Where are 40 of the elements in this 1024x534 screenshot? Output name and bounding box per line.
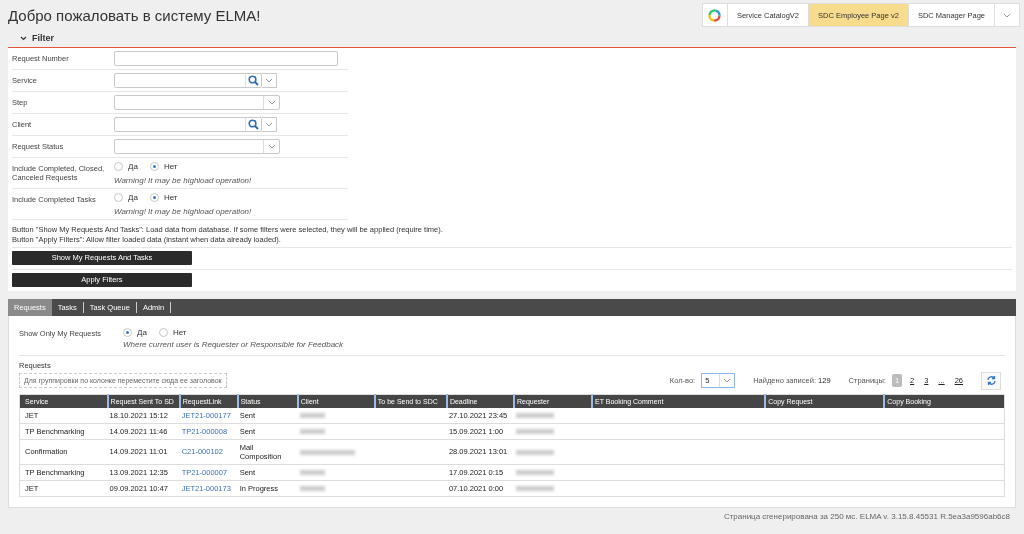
chevron-down-icon (265, 78, 273, 83)
radio-button[interactable] (149, 162, 159, 171)
footer-text: Страница сгенерирована за 250 мс. ELMA v. 3.15.8.45531 R.5ea3a9596ab6c8 (722, 510, 1011, 521)
lookup-field[interactable] (114, 73, 262, 88)
radio-button[interactable] (114, 162, 123, 171)
search-icon (248, 75, 259, 86)
radio-button[interactable] (123, 327, 132, 337)
radio-label: Да (128, 193, 138, 202)
radio-option[interactable]: Нет (149, 162, 178, 171)
chevron-down-icon (1003, 12, 1011, 18)
chevron-down-icon[interactable] (20, 35, 27, 41)
refresh-button[interactable] (981, 371, 1001, 390)
ring-logo-icon[interactable] (708, 8, 722, 22)
refresh-icon (985, 375, 997, 386)
chevron-down-icon (265, 122, 273, 127)
chevron-down-icon (723, 378, 732, 383)
search-icon (248, 119, 259, 130)
radio-option[interactable]: Нет (149, 193, 178, 202)
radio-label: Нет (172, 327, 187, 337)
radio-button[interactable] (149, 193, 159, 202)
radio-label: Да (128, 162, 138, 171)
hint-note: Where current user is Requester or Responsible for Feedback (123, 339, 344, 349)
radio-button[interactable] (114, 193, 123, 202)
dropdown-field[interactable] (114, 139, 280, 154)
radio-option[interactable]: Да (114, 193, 138, 202)
chevron-down-icon (267, 100, 276, 105)
chevron-down-icon (267, 144, 276, 149)
dropdown-field[interactable] (114, 95, 280, 110)
warning-note: Warning! It may be highload operation! (114, 176, 252, 185)
warning-note: Warning! It may be highload operation! (114, 207, 252, 216)
radio-label: Нет (163, 193, 178, 202)
lookup-field[interactable] (114, 117, 262, 132)
radio-option[interactable]: Да (114, 162, 138, 171)
radio-label: Нет (163, 162, 178, 171)
radio-label: Да (137, 327, 147, 337)
radio-button[interactable] (158, 327, 168, 337)
radio-option[interactable]: Да (123, 327, 147, 337)
text-field[interactable] (114, 51, 338, 66)
radio-option[interactable]: Нет (158, 327, 187, 337)
page-title: Добро пожаловать в систему ELMA! (8, 6, 261, 24)
